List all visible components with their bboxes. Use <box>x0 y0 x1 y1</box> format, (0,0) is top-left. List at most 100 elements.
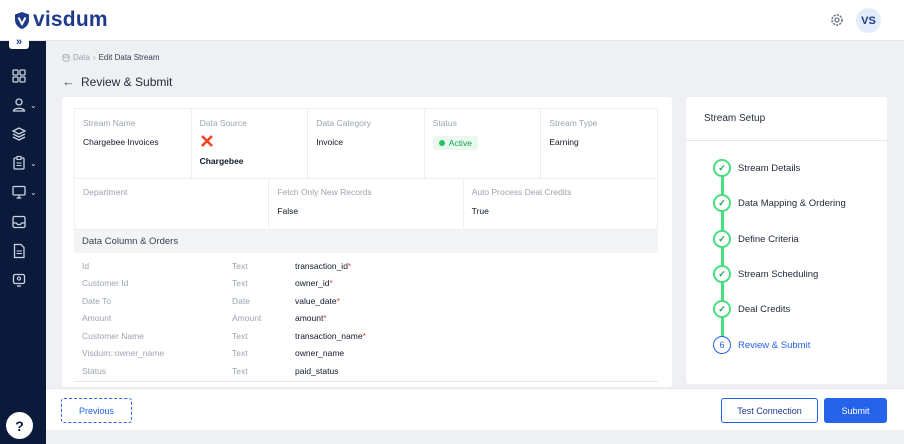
breadcrumb: Data › Edit Data Stream <box>62 53 160 62</box>
database-icon <box>62 53 70 62</box>
column-type: Text <box>232 348 248 359</box>
stream-setup-panel: Stream Setup ✓ Stream Details ✓ Data Map… <box>686 97 887 384</box>
test-connection-button[interactable]: Test Connection <box>721 398 818 423</box>
step-define-criteria[interactable]: ✓ Define Criteria <box>713 230 799 248</box>
list-item: Id Text transaction_id* <box>74 257 658 275</box>
top-bar: visdum VS <box>0 0 904 41</box>
step-stream-scheduling[interactable]: ✓ Stream Scheduling <box>713 265 818 283</box>
data-category-cell: Data Category Invoice <box>308 109 425 178</box>
document-icon[interactable] <box>11 243 27 259</box>
required-marker: * <box>362 330 366 341</box>
column-name: Customer Id <box>82 278 129 289</box>
step-deal-credits[interactable]: ✓ Deal Credits <box>713 300 790 318</box>
check-icon: ✓ <box>713 194 731 212</box>
column-type: Text <box>232 260 248 271</box>
gear-icon[interactable] <box>829 12 845 28</box>
support-icon[interactable] <box>11 272 27 288</box>
department-cell: Department <box>75 179 270 229</box>
column-name: Status <box>82 365 107 376</box>
data-source-label: Data Source <box>199 118 247 128</box>
column-type: Text <box>232 278 248 289</box>
data-columns-list: Id Text transaction_id* Customer Id Text… <box>74 257 658 380</box>
help-button[interactable]: ? <box>6 412 33 439</box>
status-label: Status <box>432 118 457 128</box>
column-name: Id <box>82 260 90 271</box>
stream-info-grid: Stream Name Chargebee Invoices Data Sour… <box>74 108 658 230</box>
step-label: Define Criteria <box>738 233 799 245</box>
stream-type-cell: Stream Type Earning <box>541 109 657 178</box>
fetch-new-records-label: Fetch Only New Records <box>277 187 372 197</box>
column-name: Visdum::owner_name <box>82 348 165 359</box>
monitor-icon[interactable] <box>11 184 27 200</box>
status-cell: Status Active <box>425 109 542 178</box>
previous-button[interactable]: Previous <box>61 398 132 423</box>
column-mapping-value: owner_id <box>295 278 330 289</box>
department-label: Department <box>83 187 128 197</box>
required-marker: * <box>323 313 327 324</box>
step-number: 6 <box>713 336 731 354</box>
step-data-mapping[interactable]: ✓ Data Mapping & Ordering <box>713 194 846 212</box>
chevron-down-icon: ⌄ <box>30 159 37 168</box>
user-icon[interactable] <box>11 97 27 113</box>
stream-name-value: Chargebee Invoices <box>83 137 159 147</box>
fetch-new-records-value: False <box>277 206 299 216</box>
stream-name-cell: Stream Name Chargebee Invoices <box>75 109 192 178</box>
chevron-down-icon: ⌄ <box>30 101 37 110</box>
check-icon: ✓ <box>713 265 731 283</box>
sidebar: » ⌄ ⌄ ⌄ ? <box>0 35 46 444</box>
status-dot <box>438 140 445 146</box>
column-mapping-value: transaction_id <box>295 260 348 271</box>
column-mapping: amount* <box>295 313 327 323</box>
column-mapping-value: amount <box>295 313 324 324</box>
avatar[interactable]: VS <box>856 8 881 33</box>
check-icon: ✓ <box>713 300 731 318</box>
breadcrumb-separator: › <box>92 53 96 62</box>
list-item: Date To Date value_date* <box>74 292 658 310</box>
column-mapping-value: transaction_name <box>295 330 363 341</box>
step-label: Data Mapping & Ordering <box>738 197 846 209</box>
inbox-icon[interactable] <box>11 214 27 230</box>
column-type: Text <box>232 365 248 376</box>
fetch-new-records-cell: Fetch Only New Records False <box>269 179 464 229</box>
dashboard-icon[interactable] <box>11 68 27 84</box>
stream-setup-title: Stream Setup <box>704 113 766 124</box>
required-marker: * <box>347 260 352 271</box>
breadcrumb-data-link[interactable]: Data <box>73 53 90 62</box>
step-review-submit[interactable]: 6 Review & Submit <box>713 336 810 354</box>
page-title: Review & Submit <box>81 74 173 89</box>
step-label: Review & Submit <box>738 339 811 351</box>
check-icon: ✓ <box>713 159 731 177</box>
data-category-label: Data Category <box>316 118 371 128</box>
step-stream-details[interactable]: ✓ Stream Details <box>713 159 800 177</box>
column-mapping: transaction_id* <box>295 261 351 271</box>
auto-process-label: Auto Process Deal Credits <box>471 187 572 197</box>
step-label: Stream Scheduling <box>738 268 819 280</box>
column-mapping: owner_id* <box>295 278 333 288</box>
expand-sidebar-button[interactable]: » <box>9 35 29 49</box>
auto-process-value: True <box>471 206 489 216</box>
clipboard-icon[interactable] <box>11 155 27 171</box>
check-icon: ✓ <box>713 230 731 248</box>
column-mapping-value: paid_status <box>295 365 339 376</box>
column-mapping: transaction_name* <box>295 331 366 341</box>
submit-button[interactable]: Submit <box>824 398 887 423</box>
shield-logo-icon <box>15 11 29 29</box>
chargebee-logo-icon <box>200 135 213 147</box>
list-item: Amount Amount amount* <box>74 310 658 328</box>
column-name: Date To <box>82 295 112 306</box>
layers-icon[interactable] <box>11 126 27 142</box>
column-mapping: paid_status <box>295 366 338 376</box>
required-marker: * <box>329 278 333 289</box>
status-value: Active <box>448 138 472 148</box>
column-type: Date <box>232 295 250 306</box>
status-badge: Active <box>432 136 478 150</box>
visdum-logo[interactable]: visdum <box>14 8 108 32</box>
column-mapping: owner_name <box>295 348 344 358</box>
auto-process-cell: Auto Process Deal Credits True <box>464 179 657 229</box>
list-item: Customer Name Text transaction_name* <box>74 327 658 345</box>
column-mapping-value: owner_name <box>295 348 345 359</box>
column-mapping-value: value_date <box>295 295 337 306</box>
page-header: ← Review & Submit <box>62 74 172 89</box>
back-arrow-icon[interactable]: ← <box>62 74 75 89</box>
required-marker: * <box>336 295 340 306</box>
